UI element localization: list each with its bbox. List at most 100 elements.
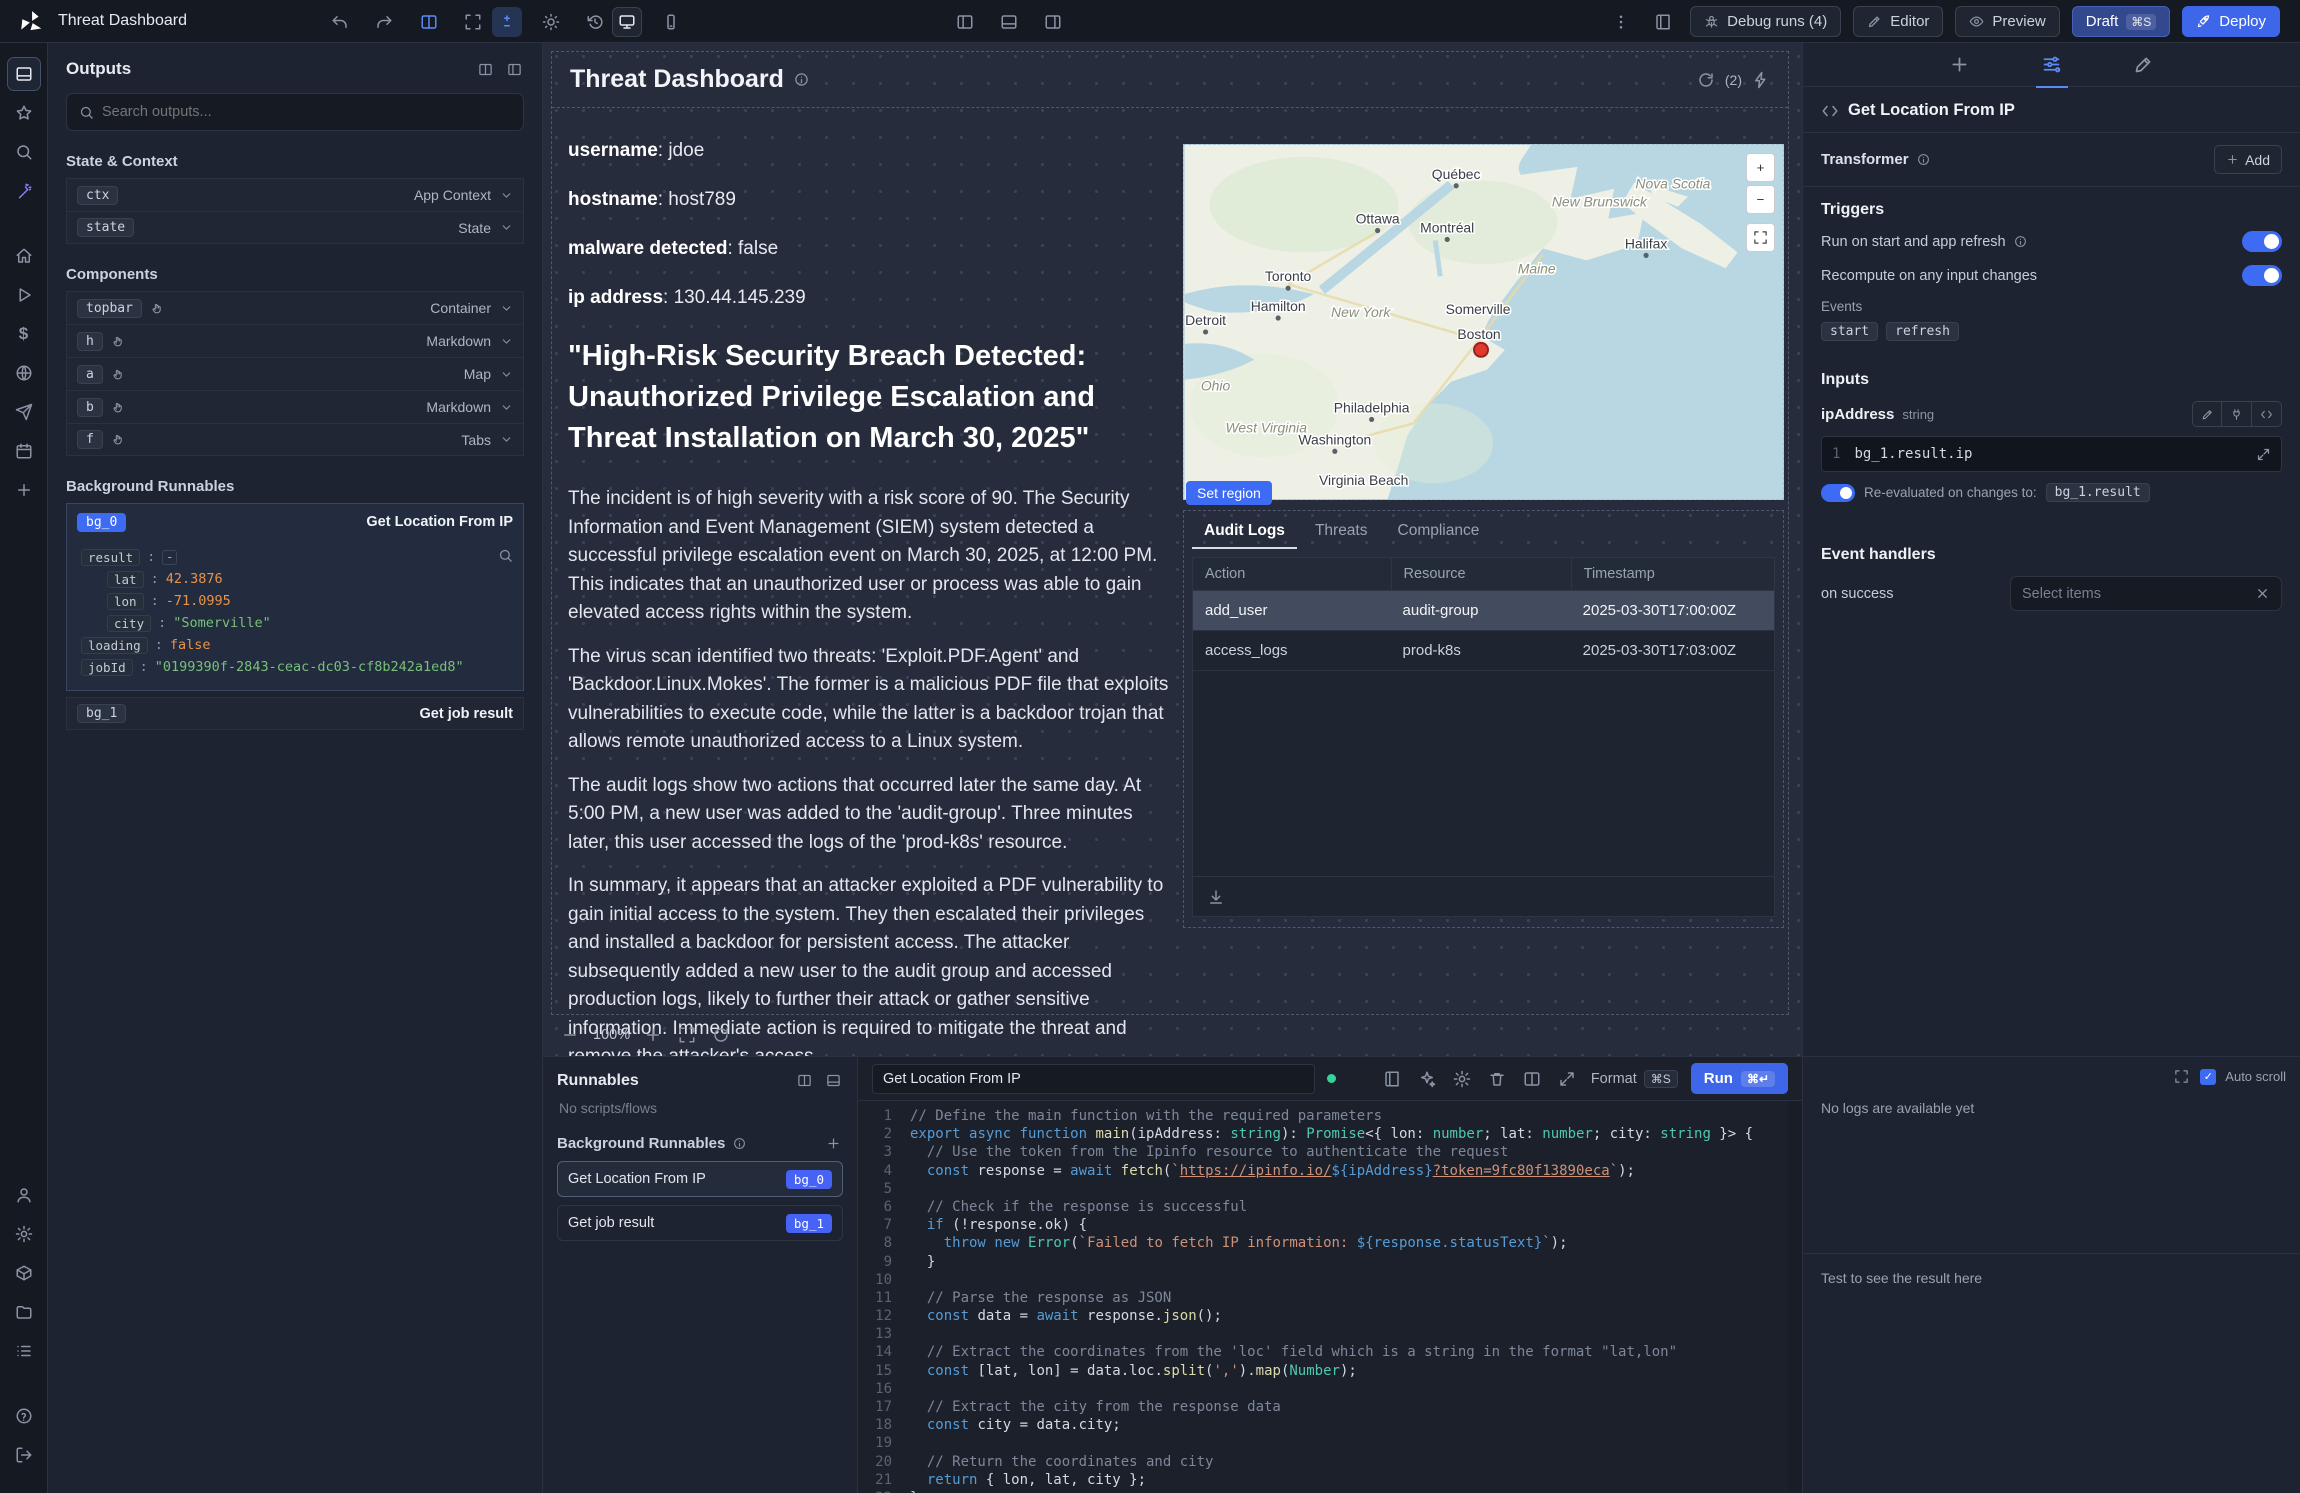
code-line[interactable]: 5: [858, 1180, 1802, 1198]
rail-triggers-item[interactable]: [7, 395, 41, 429]
rail-apps-item[interactable]: [7, 57, 41, 91]
auto-scroll-checkbox[interactable]: ✓: [2200, 1069, 2216, 1085]
hand-pointer-icon[interactable]: [112, 368, 125, 381]
input-expression-field[interactable]: 1 bg_1.result.ip: [1821, 436, 2282, 472]
settings-tab[interactable]: [2032, 43, 2072, 87]
expand-icon[interactable]: [2256, 447, 2271, 462]
json-key[interactable]: city: [107, 615, 151, 632]
more-menu-button[interactable]: [1606, 7, 1636, 37]
hand-pointer-icon[interactable]: [151, 302, 164, 315]
component-row[interactable]: hMarkdown: [66, 324, 524, 357]
rail-ai-item[interactable]: [7, 174, 41, 208]
run-button[interactable]: Run ⌘↵: [1691, 1063, 1788, 1094]
hand-pointer-icon[interactable]: [112, 433, 125, 446]
map-zoom-out-button[interactable]: −: [1746, 185, 1775, 214]
set-region-button[interactable]: Set region: [1186, 481, 1272, 505]
code-line[interactable]: 9 }: [858, 1253, 1802, 1271]
code-line[interactable]: 6 // Check if the response is successful: [858, 1198, 1802, 1216]
code-editor[interactable]: 1// Define the main function with the re…: [858, 1101, 1802, 1493]
info-icon[interactable]: [733, 1137, 746, 1150]
code-line[interactable]: 20 // Return the coordinates and city: [858, 1453, 1802, 1471]
runnable-item[interactable]: Get Location From IPbg_0: [557, 1161, 843, 1197]
tab-threats[interactable]: Threats: [1303, 517, 1380, 549]
rail-runs-item[interactable]: [7, 278, 41, 312]
column-header[interactable]: Timestamp: [1571, 558, 1774, 590]
rail-help-item[interactable]: [7, 1399, 41, 1433]
map-zoom-in-button[interactable]: +: [1746, 153, 1775, 182]
reset-canvas-button[interactable]: [710, 1024, 732, 1046]
component-row[interactable]: bMarkdown: [66, 390, 524, 423]
chevron-down-icon[interactable]: [500, 221, 513, 234]
rail-resources-item[interactable]: [7, 356, 41, 390]
json-key[interactable]: lat: [107, 571, 144, 588]
bg1-output-row[interactable]: bg_1 Get job result: [66, 697, 524, 730]
download-csv-button[interactable]: [1205, 886, 1227, 908]
zoom-in-button[interactable]: [642, 1024, 664, 1046]
code-line[interactable]: 14 // Extract the coordinates from the '…: [858, 1343, 1802, 1361]
info-icon[interactable]: [1917, 153, 1930, 166]
mobile-view-button[interactable]: [656, 7, 686, 37]
diff-button[interactable]: [492, 7, 522, 37]
add-runnable-button[interactable]: [824, 1134, 843, 1153]
code-line[interactable]: 22}: [858, 1489, 1802, 1493]
outputs-layout-button[interactable]: [476, 60, 495, 79]
rail-users-item[interactable]: [7, 1178, 41, 1212]
rail-folders-item[interactable]: [7, 1295, 41, 1329]
runnables-layout-button[interactable]: [795, 1071, 814, 1090]
chevron-down-icon[interactable]: [500, 189, 513, 202]
redo-button[interactable]: [369, 7, 399, 37]
insert-component-tab[interactable]: [1940, 43, 1980, 87]
rail-favorites-item[interactable]: [7, 96, 41, 130]
code-line[interactable]: 15 const [lat, lon] = data.loc.split(','…: [858, 1362, 1802, 1380]
trigger-start-toggle[interactable]: [2242, 231, 2282, 252]
ai-assist-button[interactable]: [1416, 1068, 1438, 1090]
delete-runnable-button[interactable]: [1486, 1068, 1508, 1090]
json-key[interactable]: lon: [107, 593, 144, 610]
json-search-icon[interactable]: [498, 548, 513, 567]
undo-button[interactable]: [325, 7, 355, 37]
columns-toggle-button[interactable]: [414, 7, 444, 37]
desktop-view-button[interactable]: [612, 7, 642, 37]
code-line[interactable]: 18 const city = data.city;: [858, 1416, 1802, 1434]
state-context-row[interactable]: stateState: [66, 211, 524, 244]
state-context-row[interactable]: ctxApp Context: [66, 178, 524, 211]
editor-settings-button[interactable]: [1451, 1068, 1473, 1090]
runnable-name-input[interactable]: [872, 1064, 1315, 1094]
rail-add-item[interactable]: [7, 473, 41, 507]
connect-mode-button[interactable]: [2222, 401, 2252, 427]
hand-pointer-icon[interactable]: [112, 401, 125, 414]
chevron-down-icon[interactable]: [500, 368, 513, 381]
expand-logs-button[interactable]: [2172, 1067, 2191, 1086]
styling-tab[interactable]: [2124, 43, 2164, 87]
runnables-collapse-button[interactable]: [824, 1071, 843, 1090]
debug-runs-button[interactable]: Debug runs (4): [1690, 6, 1841, 37]
zoom-out-button[interactable]: [559, 1024, 581, 1046]
table-row[interactable]: add_useraudit-group2025-03-30T17:00:00Z: [1193, 591, 1774, 631]
code-line[interactable]: 7 if (!response.ok) {: [858, 1216, 1802, 1234]
tab-compliance[interactable]: Compliance: [1386, 517, 1492, 549]
event-chip-start[interactable]: start: [1821, 322, 1878, 341]
json-key[interactable]: loading: [81, 637, 148, 654]
rail-home-item[interactable]: [7, 239, 41, 273]
chevron-down-icon[interactable]: [500, 401, 513, 414]
code-line[interactable]: 12 const data = await response.json();: [858, 1307, 1802, 1325]
docs-button[interactable]: [1648, 7, 1678, 37]
code-line[interactable]: 16: [858, 1380, 1802, 1398]
app-titlebar-component[interactable]: Threat Dashboard (2): [552, 52, 1788, 108]
history-button[interactable]: [580, 7, 610, 37]
toggle-bottom-panel-button[interactable]: [994, 7, 1024, 37]
outputs-collapse-button[interactable]: [505, 60, 524, 79]
fit-view-button[interactable]: [458, 7, 488, 37]
collapse-toggle[interactable]: -: [162, 550, 177, 565]
hand-pointer-icon[interactable]: [112, 335, 125, 348]
reeval-dependency-badge[interactable]: bg_1.result: [2046, 483, 2150, 502]
format-button[interactable]: Format ⌘S: [1591, 1070, 1678, 1088]
expand-editor-button[interactable]: [1556, 1068, 1578, 1090]
editor-scrollbar[interactable]: [1788, 1101, 1802, 1493]
rail-schedules-item[interactable]: [7, 434, 41, 468]
code-line[interactable]: 1// Define the main function with the re…: [858, 1107, 1802, 1125]
split-editor-button[interactable]: [1521, 1068, 1543, 1090]
map-component[interactable]: QuébecNew BrunswickOttawaMontréalMaineNo…: [1183, 144, 1784, 500]
json-key[interactable]: jobId: [81, 659, 133, 676]
rail-variables-item[interactable]: $: [7, 317, 41, 351]
